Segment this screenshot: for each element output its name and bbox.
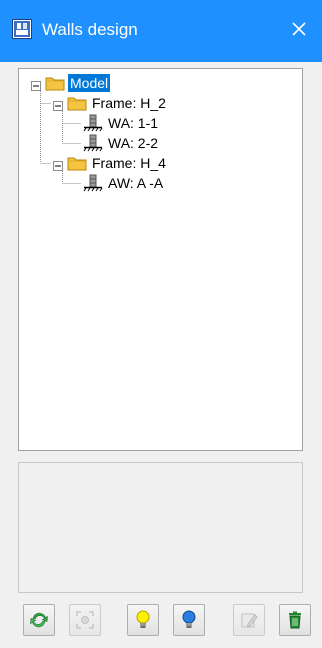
delete-button[interactable] — [279, 604, 311, 636]
tree-node-label[interactable]: Frame: H_2 — [90, 94, 168, 112]
tree-node-frame[interactable]: Frame: H_2 — [53, 93, 168, 113]
tree-node-model[interactable]: Model — [31, 73, 111, 93]
wall-element-icon — [83, 134, 103, 152]
edit-icon — [241, 613, 258, 628]
model-tree[interactable]: Model Frame: H_2 WA: 1-1 WA: 2-2 Frame: … — [18, 68, 303, 451]
collapse-toggle-icon[interactable] — [31, 78, 41, 91]
tree-node-label[interactable]: Model — [68, 74, 111, 92]
window-title: Walls design — [42, 20, 138, 39]
title-bar: Walls design — [0, 0, 322, 62]
details-panel — [18, 462, 303, 593]
walls-design-app-icon — [12, 19, 32, 39]
refresh-button[interactable] — [23, 604, 55, 636]
blue-lightbulb-icon — [182, 610, 196, 628]
tree-node-wall[interactable]: AW: A -A — [83, 173, 165, 193]
trash-icon — [289, 611, 301, 629]
wall-element-icon — [83, 114, 103, 132]
zoom-extents-icon — [76, 611, 94, 629]
collapse-toggle-icon[interactable] — [53, 98, 63, 111]
tree-node-wall[interactable]: WA: 1-1 — [83, 113, 160, 133]
folder-icon — [67, 155, 87, 171]
wall-element-icon — [83, 174, 103, 192]
tree-node-label[interactable]: WA: 2-2 — [106, 134, 160, 152]
folder-icon — [67, 95, 87, 111]
tree-node-label[interactable]: WA: 1-1 — [106, 114, 160, 132]
blue-bulb-button[interactable] — [173, 604, 205, 636]
tree-node-label[interactable]: AW: A -A — [106, 174, 165, 192]
edit-button[interactable] — [233, 604, 265, 636]
tree-node-label[interactable]: Frame: H_4 — [90, 154, 168, 172]
tree-node-frame[interactable]: Frame: H_4 — [53, 153, 168, 173]
collapse-toggle-icon[interactable] — [53, 158, 63, 171]
yellow-lightbulb-icon — [136, 610, 150, 628]
yellow-bulb-button[interactable] — [127, 604, 159, 636]
folder-icon — [45, 75, 65, 91]
tree-node-wall[interactable]: WA: 2-2 — [83, 133, 160, 153]
refresh-icon — [30, 612, 48, 628]
zoom-extents-button[interactable] — [69, 604, 101, 636]
close-icon — [292, 22, 306, 36]
close-button[interactable] — [284, 14, 314, 44]
